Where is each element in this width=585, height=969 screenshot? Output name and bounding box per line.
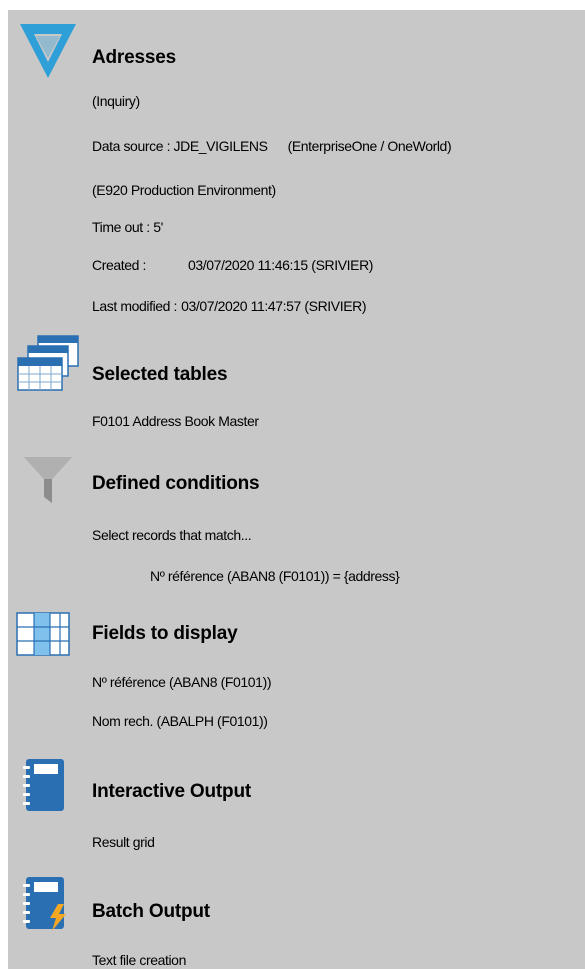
conditions-intro: Select records that match... bbox=[92, 527, 252, 543]
modified-value: 03/07/2020 11:47:57 (SRIVIER) bbox=[181, 298, 367, 314]
environment-name: (E920 Production Environment) bbox=[92, 182, 276, 198]
table-item: F0101 Address Book Master bbox=[92, 413, 259, 429]
columns-icon bbox=[16, 612, 70, 656]
vigilens-logo-icon bbox=[18, 20, 78, 82]
notebook-lightning-icon bbox=[22, 876, 72, 932]
tables-icon bbox=[16, 334, 82, 392]
created-value: 03/07/2020 11:46:15 (SRIVIER) bbox=[188, 257, 374, 273]
interactive-output-heading: Interactive Output bbox=[92, 781, 251, 802]
created-info: Created : 03/07/2020 11:46:15 (SRIVIER) bbox=[92, 257, 373, 273]
fields-heading: Fields to display bbox=[92, 623, 238, 644]
created-label: Created : bbox=[92, 257, 146, 273]
field-item: Nº référence (ABAN8 (F0101)) bbox=[92, 674, 272, 690]
data-source-name: Data source : JDE_VIGILENS bbox=[92, 138, 268, 154]
selected-tables-heading: Selected tables bbox=[92, 364, 228, 385]
batch-output-detail: Text file creation bbox=[92, 952, 186, 968]
data-source-type: (EnterpriseOne / OneWorld) bbox=[287, 138, 452, 154]
condition-item: Nº référence (ABAN8 (F0101)) = {address} bbox=[150, 568, 400, 584]
funnel-icon bbox=[22, 455, 74, 505]
batch-output-heading: Batch Output bbox=[92, 901, 210, 922]
interactive-output-detail: Result grid bbox=[92, 834, 155, 850]
query-mode: (Inquiry) bbox=[92, 93, 140, 109]
query-title: Adresses bbox=[92, 47, 176, 68]
defined-conditions-heading: Defined conditions bbox=[92, 473, 260, 494]
notebook-icon bbox=[22, 758, 66, 812]
field-item: Nom rech. (ABALPH (F0101)) bbox=[92, 713, 268, 729]
modified-label: Last modified : bbox=[92, 298, 178, 314]
timeout-value: Time out : 5' bbox=[92, 219, 163, 235]
modified-info: Last modified :03/07/2020 11:47:57 (SRIV… bbox=[92, 298, 367, 314]
data-source: Data source : JDE_VIGILENS (EnterpriseOne… bbox=[92, 138, 452, 154]
